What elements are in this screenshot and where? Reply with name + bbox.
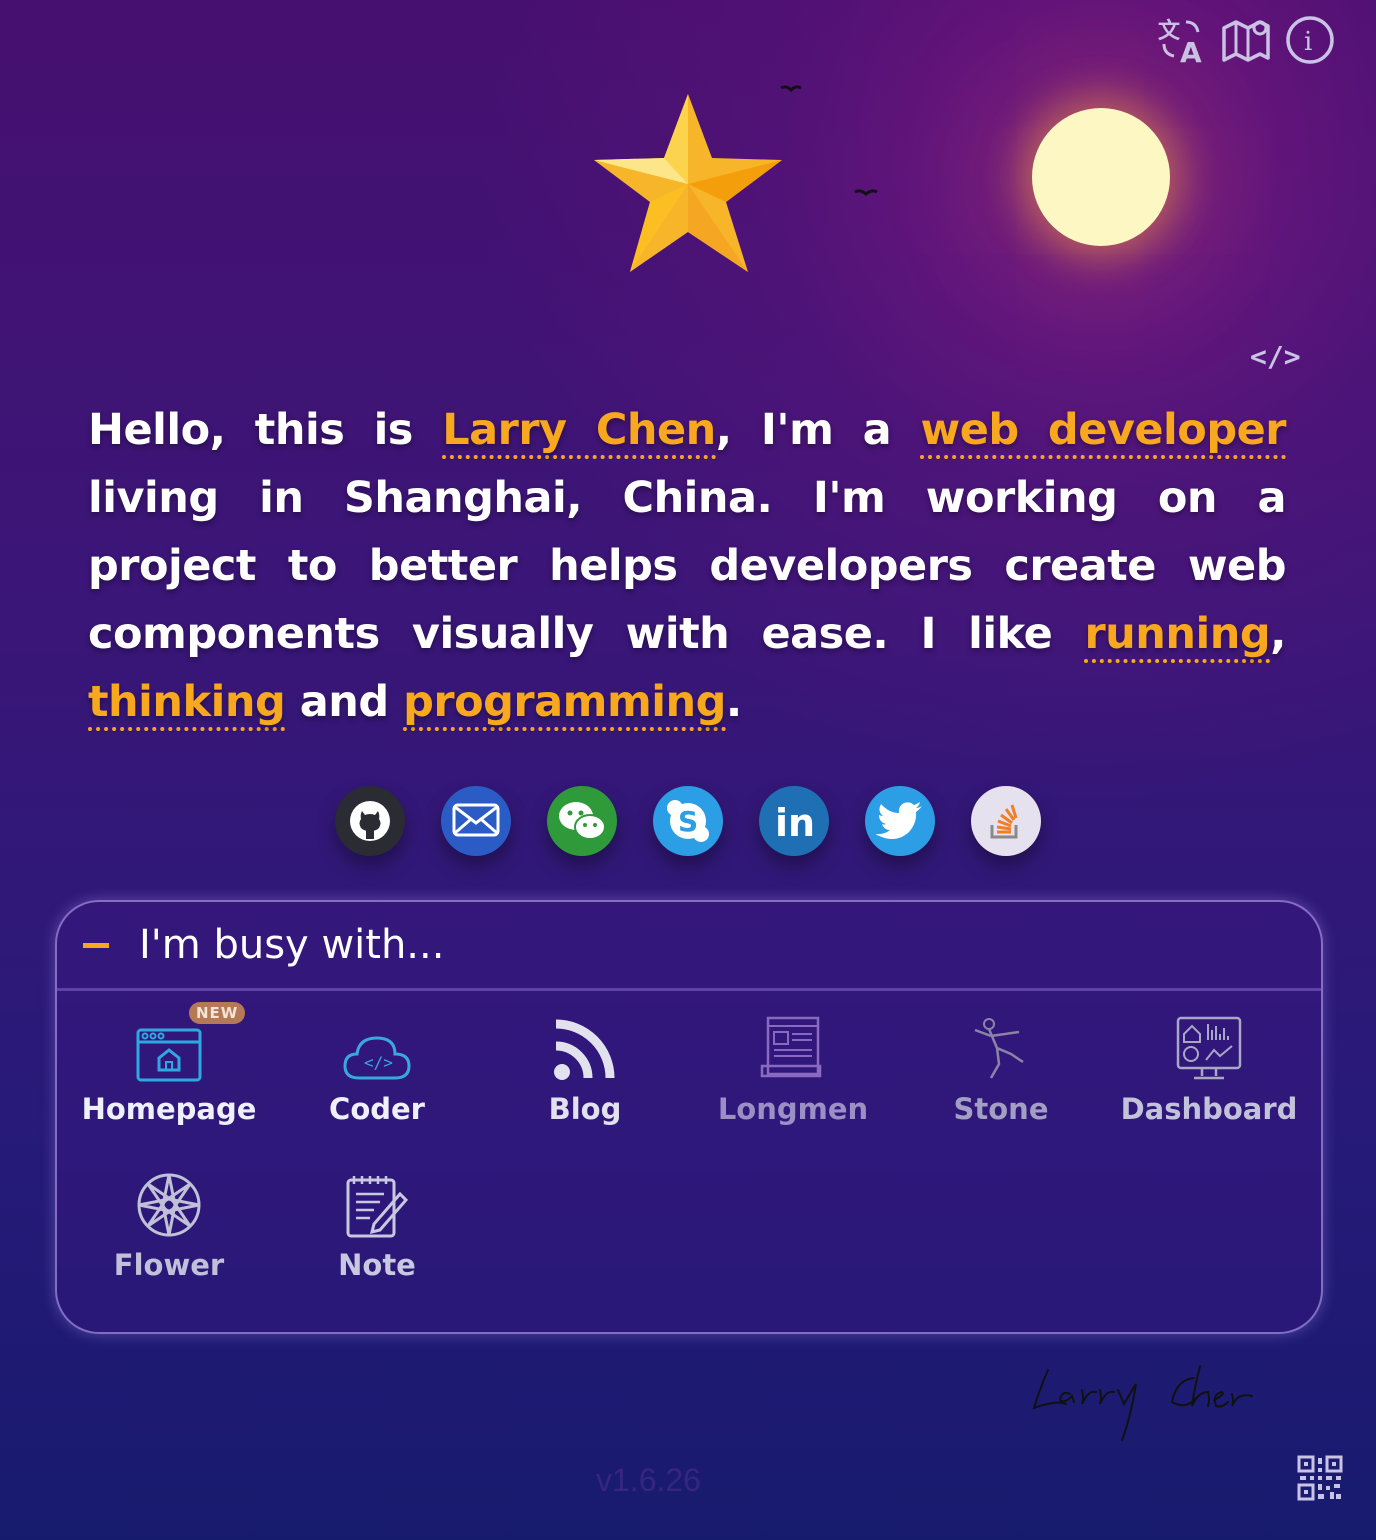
translate-icon[interactable]: 文 A <box>1156 14 1208 66</box>
twitter-button[interactable] <box>865 786 935 856</box>
busy-panel-header: I'm busy with... <box>57 902 1321 991</box>
role-link[interactable]: web developer <box>920 405 1286 459</box>
wechat-icon <box>559 802 606 840</box>
project-stone[interactable]: Stone <box>897 1002 1105 1126</box>
hobby-programming-link[interactable]: programming <box>403 677 726 731</box>
social-links: S in <box>335 786 1041 856</box>
signature-image <box>1032 1365 1253 1441</box>
longmen-icon <box>760 1016 822 1078</box>
name-link[interactable]: Larry Chen <box>442 405 716 459</box>
project-longmen[interactable]: Longmen <box>689 1002 897 1126</box>
star-icon <box>594 94 782 272</box>
coder-icon: </> <box>343 1036 411 1080</box>
intro-text: Hello, this is <box>88 405 443 455</box>
bird-icon <box>780 85 802 93</box>
version-label: v1.6.26 <box>596 1462 701 1498</box>
intro-paragraph: Hello, this is Larry Chen, I'm a web dev… <box>88 396 1287 736</box>
code-tag-link[interactable]: </> <box>1250 340 1301 373</box>
bird-icon <box>854 189 878 196</box>
project-label: Stone <box>953 1092 1049 1126</box>
project-flower[interactable]: Flower <box>65 1158 273 1282</box>
info-icon[interactable]: i <box>1284 14 1336 66</box>
linkedin-icon: in <box>775 801 815 845</box>
intro-text: , I'm a <box>715 405 921 455</box>
hobby-running-link[interactable]: running <box>1084 609 1271 663</box>
github-button[interactable] <box>335 786 405 856</box>
moon <box>1032 108 1170 246</box>
project-label: Blog <box>548 1092 622 1126</box>
map-icon[interactable] <box>1220 14 1272 66</box>
project-label: Dashboard <box>1120 1092 1298 1126</box>
email-button[interactable] <box>441 786 511 856</box>
github-icon <box>350 801 390 841</box>
intro-text: . <box>725 677 742 727</box>
project-label: Flower <box>113 1248 225 1282</box>
new-badge: NEW <box>189 1002 246 1024</box>
project-note[interactable]: Note <box>273 1158 481 1282</box>
intro-text: , <box>1270 609 1286 659</box>
project-label: Longmen <box>717 1092 869 1126</box>
svg-text:A: A <box>1180 36 1202 66</box>
skype-icon: S <box>667 800 709 842</box>
top-toolbar: 文 A i <box>1156 14 1336 66</box>
svg-text:i: i <box>1304 27 1312 57</box>
project-label: Homepage <box>81 1092 257 1126</box>
stone-icon <box>974 1018 1024 1079</box>
busy-panel: I'm busy with... NEW Homepage </> Coder … <box>55 900 1323 1334</box>
homepage-icon <box>136 1028 202 1082</box>
project-coder[interactable]: </> Coder <box>273 1002 481 1126</box>
project-dashboard[interactable]: Dashboard <box>1105 1002 1313 1126</box>
email-icon <box>452 803 500 837</box>
dashboard-icon <box>1176 1016 1242 1080</box>
project-blog[interactable]: Blog <box>481 1002 689 1126</box>
svg-text:S: S <box>678 805 698 838</box>
skype-button[interactable]: S <box>653 786 723 856</box>
stackoverflow-icon <box>990 804 1018 839</box>
svg-text:文: 文 <box>1158 18 1181 44</box>
wechat-button[interactable] <box>547 786 617 856</box>
project-label: Coder <box>329 1092 425 1126</box>
hobby-thinking-link[interactable]: thinking <box>88 677 286 731</box>
stackoverflow-button[interactable] <box>971 786 1041 856</box>
svg-text:in: in <box>775 801 815 845</box>
flower-icon <box>137 1173 201 1237</box>
twitter-icon <box>876 802 922 839</box>
qr-code-icon[interactable] <box>1296 1454 1344 1502</box>
collapse-toggle[interactable] <box>83 942 109 948</box>
note-icon <box>346 1176 409 1238</box>
project-homepage[interactable]: NEW Homepage <box>65 1002 273 1126</box>
intro-text: and <box>285 677 404 727</box>
rss-icon <box>554 1019 615 1080</box>
busy-panel-title: I'm busy with... <box>139 922 445 968</box>
svg-text:</>: </> <box>364 1053 393 1072</box>
linkedin-button[interactable]: in <box>759 786 829 856</box>
project-label: Note <box>338 1248 416 1282</box>
